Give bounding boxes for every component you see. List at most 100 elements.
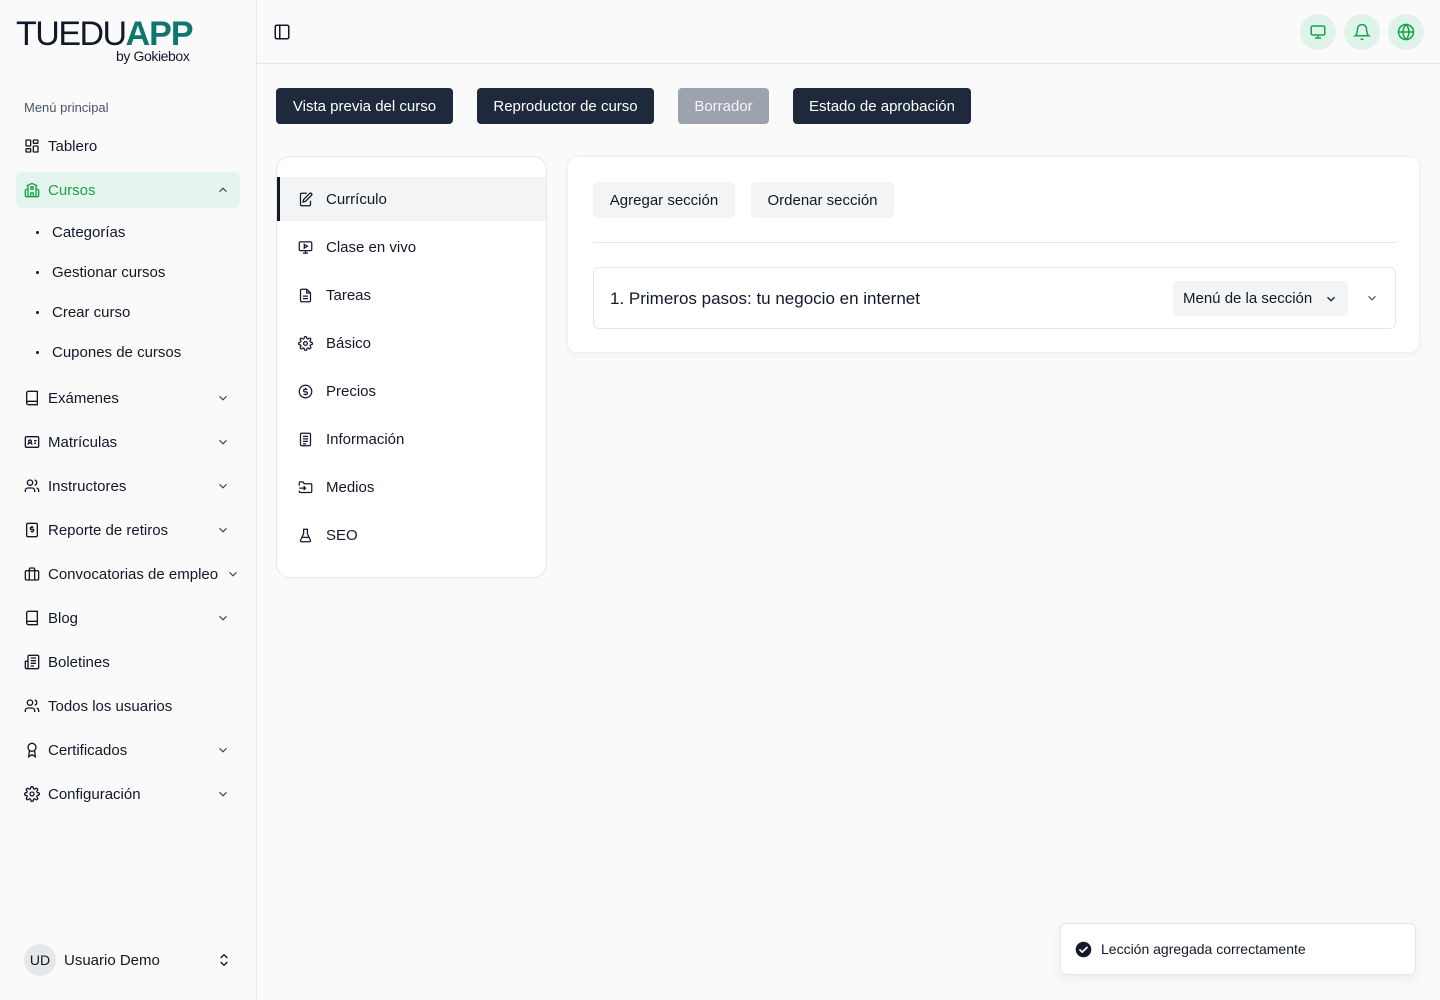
course-player-button[interactable]: Reproductor de curso	[477, 88, 654, 124]
sidebar-item-convocatorias[interactable]: Convocatorias de empleo	[16, 556, 240, 592]
bullet-icon	[36, 310, 39, 314]
book-open-icon	[26, 610, 38, 626]
tab-label: Clase en vivo	[326, 238, 417, 256]
sidebar-item-label: Reporte de retiros	[48, 521, 169, 539]
submenu-item-label: Crear curso	[52, 303, 131, 321]
sidebar-nav: Tablero Cursos Categorías Gestionar curs…	[16, 128, 240, 820]
user-menu[interactable]: UD Usuario Demo	[24, 944, 240, 976]
tab-label: Información	[326, 430, 405, 448]
submenu-item-label: Gestionar cursos	[52, 263, 166, 281]
sidebar-item-label: Matrículas	[48, 433, 118, 451]
course-tabs-panel: Currículo Clase en vivo Tareas Básico Pr…	[276, 156, 547, 578]
tab-seo[interactable]: SEO	[277, 513, 546, 557]
chevron-down-icon[interactable]	[216, 435, 230, 449]
sort-section-button[interactable]: Ordenar sección	[751, 182, 894, 218]
flask-icon	[299, 528, 312, 542]
submenu-item-crear-curso[interactable]: Crear curso	[16, 292, 240, 332]
divider	[593, 242, 1396, 243]
chevron-up-icon[interactable]	[216, 183, 230, 197]
submenu-item-categorias[interactable]: Categorías	[16, 212, 240, 252]
list-icon	[299, 432, 312, 446]
gear-icon	[298, 335, 313, 351]
tab-basico[interactable]: Básico	[277, 321, 546, 365]
dollar-icon	[298, 384, 313, 398]
sidebar-item-cursos[interactable]: Cursos	[16, 172, 240, 208]
notifications-button[interactable]	[1344, 14, 1380, 50]
sidebar-item-boletines[interactable]: Boletines	[16, 644, 240, 680]
chevron-down-icon	[1327, 296, 1335, 302]
submenu-item-gestionar-cursos[interactable]: Gestionar cursos	[16, 252, 240, 292]
section-menu-dropdown[interactable]: Menú de la sección	[1173, 281, 1348, 316]
newspaper-icon	[24, 654, 40, 670]
sidebar-item-certificados[interactable]: Certificados	[16, 732, 240, 768]
tab-label: SEO	[326, 526, 358, 544]
approval-status-button[interactable]: Estado de aprobación	[793, 88, 971, 124]
briefcase-icon	[24, 567, 40, 581]
section-title: 1. Primeros pasos: tu negocio en interne…	[610, 289, 920, 308]
chevron-down-icon[interactable]	[216, 743, 230, 757]
chevrons-up-down-icon	[220, 953, 228, 967]
draft-button[interactable]: Borrador	[678, 88, 769, 124]
language-button[interactable]	[1388, 14, 1424, 50]
avatar: UD	[24, 944, 56, 976]
receipt-icon	[26, 522, 38, 538]
live-icon	[298, 240, 313, 254]
globe-icon	[1397, 23, 1415, 41]
chevron-down-icon[interactable]	[216, 787, 230, 801]
tab-informacion[interactable]: Información	[277, 417, 546, 461]
tab-medios[interactable]: Medios	[277, 465, 546, 509]
tab-label: Currículo	[326, 190, 387, 208]
sidebar-item-tablero[interactable]: Tablero	[16, 128, 240, 164]
curriculum-section[interactable]: 1. Primeros pasos: tu negocio en interne…	[593, 267, 1396, 329]
sidebar-item-instructores[interactable]: Instructores	[16, 468, 240, 504]
toast-message: Lección agregada correctamente	[1101, 941, 1306, 957]
sidebar-item-label: Todos los usuarios	[48, 697, 173, 715]
submenu-item-cupones[interactable]: Cupones de cursos	[16, 332, 240, 372]
folder-icon	[298, 480, 313, 493]
award-icon	[27, 742, 37, 758]
tab-clase-en-vivo[interactable]: Clase en vivo	[277, 225, 546, 269]
tab-curriculo[interactable]: Currículo	[277, 177, 546, 221]
expand-chevron-icon[interactable]	[1365, 291, 1379, 305]
sidebar-item-label: Cursos	[48, 181, 96, 199]
sidebar-toggle-icon[interactable]	[273, 23, 291, 41]
add-section-button[interactable]: Agregar sección	[593, 182, 735, 218]
sidebar: TUEDUAPP by Gokiebox Menú principal Tabl…	[0, 0, 257, 1000]
course-preview-button[interactable]: Vista previa del curso	[276, 88, 453, 124]
brand-logo[interactable]: TUEDUAPP by Gokiebox	[16, 16, 206, 66]
chevron-down-icon[interactable]	[216, 523, 230, 537]
chevron-down-icon[interactable]	[216, 391, 230, 405]
submenu-item-label: Categorías	[52, 223, 126, 241]
chevron-down-icon[interactable]	[226, 567, 240, 581]
monitor-icon	[1310, 25, 1326, 39]
sidebar-item-configuracion[interactable]: Configuración	[16, 776, 240, 812]
check-circle-icon	[1075, 941, 1092, 957]
sidebar-item-todos-usuarios[interactable]: Todos los usuarios	[16, 688, 240, 724]
sidebar-item-label: Blog	[48, 609, 79, 627]
book-icon	[26, 390, 38, 406]
monitor-button[interactable]	[1300, 14, 1336, 50]
toast-notification: Lección agregada correctamente	[1060, 923, 1416, 975]
bullet-icon	[36, 270, 39, 274]
users-icon	[24, 699, 40, 712]
logo-byline: by Gokiebox	[116, 48, 190, 64]
chevron-down-icon[interactable]	[216, 611, 230, 625]
sidebar-item-matriculas[interactable]: Matrículas	[16, 424, 240, 460]
dashboard-icon	[25, 139, 39, 153]
sidebar-item-blog[interactable]: Blog	[16, 600, 240, 636]
tab-label: Medios	[326, 478, 375, 496]
sidebar-item-examenes[interactable]: Exámenes	[16, 380, 240, 416]
sidebar-item-label: Certificados	[48, 741, 128, 759]
tab-label: Básico	[326, 334, 372, 352]
top-header	[257, 0, 1440, 64]
logo-wordmark: TUEDUAPP	[16, 15, 194, 53]
sidebar-item-label: Boletines	[48, 653, 110, 671]
tab-precios[interactable]: Precios	[277, 369, 546, 413]
tab-label: Tareas	[326, 286, 372, 304]
id-card-icon	[24, 436, 40, 448]
chevron-down-icon[interactable]	[216, 479, 230, 493]
tab-tareas[interactable]: Tareas	[277, 273, 546, 317]
sidebar-item-label: Exámenes	[48, 389, 119, 407]
bullet-icon	[36, 350, 39, 354]
sidebar-item-reporte-retiros[interactable]: Reporte de retiros	[16, 512, 240, 548]
